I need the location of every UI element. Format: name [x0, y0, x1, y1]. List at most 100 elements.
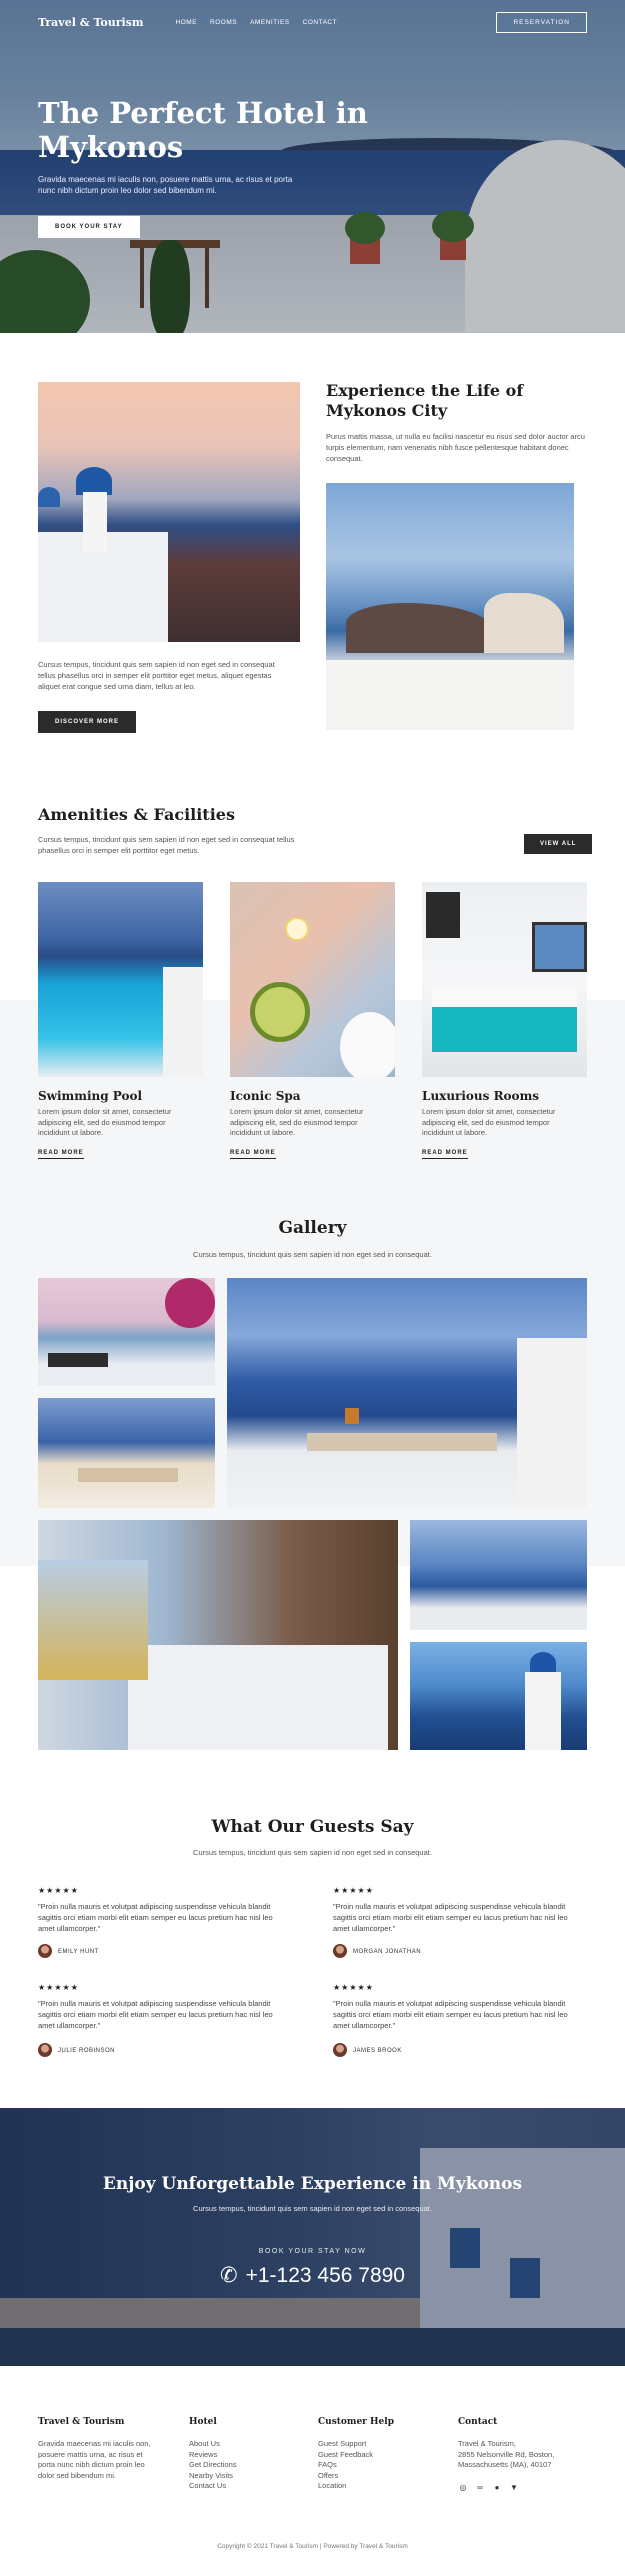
luxurious-room-image: [422, 882, 587, 1077]
footer-hotel-title: Hotel: [189, 2417, 217, 2427]
card-text-pool: Lorem ipsum dolor sit amet, consectetur …: [38, 1107, 172, 1137]
footer-link-feedback[interactable]: Guest Feedback: [318, 2450, 373, 2461]
bed: [432, 987, 577, 1007]
avatar: [333, 2043, 347, 2057]
nav-menu: HOME ROOMS AMENITIES CONTACT: [176, 19, 338, 26]
avatar: [38, 1944, 52, 1958]
footer-link-support[interactable]: Guest Support: [318, 2439, 373, 2450]
book-stay-button[interactable]: BOOK YOUR STAY: [38, 216, 140, 238]
swimming-pool-image: [38, 882, 203, 1077]
experience-left-text: Cursus tempus, tincidunt quis sem sapien…: [38, 660, 275, 691]
hero-title: The Perfect Hotel in Mykonos: [38, 96, 368, 164]
footer-contact-title: Contact: [458, 2417, 498, 2427]
spa-image: [230, 882, 395, 1077]
reservation-button[interactable]: RESERVATION: [496, 11, 587, 33]
footer-link-location[interactable]: Location: [318, 2481, 373, 2492]
bell-tower: [83, 492, 107, 552]
cta-text: Cursus tempus, tincidunt quis sem sapien…: [193, 2204, 432, 2213]
nav-item-home[interactable]: HOME: [176, 19, 198, 26]
flower-pot: [345, 1408, 359, 1424]
amenities-text: Cursus tempus, tincidunt quis sem sapien…: [38, 835, 295, 855]
gallery-image-2[interactable]: [38, 1398, 215, 1508]
white-wall: [517, 1338, 587, 1508]
window-view: [38, 1560, 148, 1680]
testimonial-name: JULIE ROBINSON: [58, 2048, 116, 2054]
avatar: [333, 1944, 347, 1958]
footer-help-title: Customer Help: [318, 2417, 394, 2427]
santorini-balcony-image: [326, 483, 574, 730]
site-logo[interactable]: Travel & Tourism: [38, 16, 144, 29]
gallery-image-6[interactable]: [410, 1642, 587, 1750]
testimonials-title: What Our Guests Say: [211, 1817, 414, 1837]
footer-hotel-links: About Us Reviews Get Directions Nearby V…: [189, 2439, 237, 2492]
rating-stars: ★★★★★: [38, 1886, 79, 1895]
address-line: Travel & Tourism,: [458, 2439, 516, 2448]
testimonials-text: Cursus tempus, tincidunt quis sem sapien…: [193, 1848, 432, 1857]
gallery-image-1[interactable]: [38, 1278, 215, 1386]
blue-dome: [530, 1652, 556, 1674]
footer-link-nearby[interactable]: Nearby Visits: [189, 2471, 237, 2482]
tripadvisor-icon[interactable]: ∞: [475, 2483, 485, 2493]
footer-brand-text: Gravida maecenas mi iaculis non, posuere…: [38, 2439, 151, 2480]
read-more-rooms[interactable]: READ MORE: [422, 1150, 468, 1159]
cta-phone[interactable]: +1-123 456 7890: [246, 2264, 405, 2287]
card-title-spa: Iconic Spa: [230, 1089, 301, 1103]
fruit-plate: [340, 1012, 395, 1077]
cta-title: Enjoy Unforgettable Experience in Mykono…: [102, 2174, 523, 2194]
rating-stars: ★★★★★: [333, 1983, 374, 1992]
hero-section: Travel & Tourism HOME ROOMS AMENITIES CO…: [0, 0, 625, 333]
gallery-image-4[interactable]: [38, 1520, 398, 1750]
nav-item-contact[interactable]: CONTACT: [303, 19, 337, 26]
footer-link-directions[interactable]: Get Directions: [189, 2460, 237, 2471]
cta-phone-row[interactable]: ✆ +1-123 456 7890: [0, 2263, 625, 2288]
lounger: [48, 1353, 108, 1367]
footer-contact-address: Travel & Tourism, 2855 Nelsonville Rd, B…: [458, 2439, 554, 2471]
cucumber: [250, 982, 310, 1042]
footer-link-offers[interactable]: Offers: [318, 2471, 373, 2482]
stone-table: [307, 1433, 497, 1451]
card-title-rooms: Luxurious Rooms: [422, 1089, 540, 1103]
read-more-spa[interactable]: READ MORE: [230, 1150, 276, 1159]
card-title-pool: Swimming Pool: [38, 1089, 143, 1103]
flower: [285, 917, 309, 941]
village: [484, 593, 564, 653]
avatar: [38, 2043, 52, 2057]
amenities-title: Amenities & Facilities: [38, 805, 235, 824]
gallery-image-3[interactable]: [227, 1278, 587, 1508]
testimonial-quote: "Proin nulla mauris et volutpat adipisci…: [38, 1902, 273, 1933]
santorini-church-image: [38, 382, 300, 642]
testimonial-name: EMILY HUNT: [58, 1949, 99, 1955]
footer-link-contact[interactable]: Contact Us: [189, 2481, 237, 2492]
gallery-text: Cursus tempus, tincidunt quis sem sapien…: [193, 1250, 432, 1259]
testimonial-quote: "Proin nulla mauris et volutpat adipisci…: [333, 1999, 568, 2030]
testimonial-quote: "Proin nulla mauris et volutpat adipisci…: [38, 1999, 273, 2030]
cta-section: Enjoy Unforgettable Experience in Mykono…: [0, 2108, 625, 2366]
phone-icon: ✆: [219, 2264, 238, 2287]
card-text-spa: Lorem ipsum dolor sit amet, consectetur …: [230, 1107, 364, 1137]
twitter-icon[interactable]: ▼: [509, 2483, 519, 2493]
view-all-button[interactable]: VIEW ALL: [524, 834, 593, 854]
discover-more-button[interactable]: DISCOVER MORE: [38, 711, 137, 733]
top-nav: Travel & Tourism HOME ROOMS AMENITIES CO…: [38, 10, 587, 34]
bougainvillea: [165, 1278, 215, 1328]
footer-link-about[interactable]: About Us: [189, 2439, 237, 2450]
experience-text: Purus mattis massa, ut nulla eu facilisi…: [326, 432, 585, 463]
bed: [128, 1645, 388, 1750]
read-more-pool[interactable]: READ MORE: [38, 1150, 84, 1159]
cta-label: BOOK YOUR STAY NOW: [258, 2248, 367, 2255]
church: [525, 1672, 561, 1750]
card-text-rooms: Lorem ipsum dolor sit amet, consectetur …: [422, 1107, 556, 1137]
nav-item-amenities[interactable]: AMENITIES: [250, 19, 290, 26]
stone-table: [78, 1468, 178, 1482]
blue-dome: [76, 467, 112, 495]
instagram-icon[interactable]: ◎: [458, 2483, 468, 2493]
footer-link-reviews[interactable]: Reviews: [189, 2450, 237, 2461]
facebook-icon[interactable]: ●: [492, 2483, 502, 2493]
gallery-image-5[interactable]: [410, 1520, 587, 1630]
nav-item-rooms[interactable]: ROOMS: [210, 19, 237, 26]
cta-overlay: [0, 2108, 625, 2366]
experience-title: Experience the Life of Mykonos City: [326, 381, 524, 420]
footer-link-faqs[interactable]: FAQs: [318, 2460, 373, 2471]
cliff: [346, 603, 496, 653]
balcony: [326, 660, 574, 730]
